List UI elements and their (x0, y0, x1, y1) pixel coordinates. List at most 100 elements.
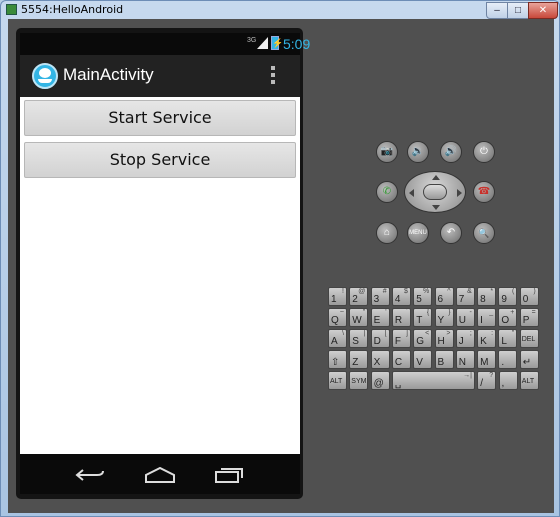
menu-button[interactable]: MENU (407, 222, 429, 244)
keyboard-key[interactable]: P = (519, 308, 539, 327)
back-button[interactable]: ↶ (440, 222, 462, 244)
keyboard-key[interactable]: 8 * (477, 287, 497, 306)
keyboard-key[interactable]: R ` (391, 308, 411, 327)
home-icon[interactable] (143, 467, 177, 483)
keyboard-key[interactable]: 2 @ (349, 287, 369, 306)
key-alt-label: % (422, 288, 430, 295)
key-label: ⇧ (331, 357, 340, 368)
key-label: L (501, 336, 507, 347)
keyboard-key[interactable]: 9( (498, 287, 518, 306)
dpad-right-icon[interactable] (457, 189, 462, 197)
key-label: ␣ (394, 378, 402, 389)
key-alt-label: | (363, 330, 366, 337)
minimize-button[interactable]: – (486, 2, 508, 19)
key-alt-label: { (426, 309, 430, 316)
keyboard-key[interactable]: ↵ (519, 350, 539, 369)
keyboard-key[interactable]: /? (477, 371, 497, 390)
keyboard-key[interactable]: ⇧ (328, 350, 347, 369)
keyboard-key[interactable]: L " (498, 329, 518, 348)
keyboard-key[interactable]: D[ (370, 329, 390, 348)
keyboard-key[interactable]: U- (455, 308, 475, 327)
key-label: 1 (331, 294, 337, 305)
keyboard-key[interactable]: C (391, 350, 411, 369)
dpad-up-icon[interactable] (432, 175, 440, 180)
keyboard-key[interactable]: O + (498, 308, 518, 327)
keyboard-key[interactable]: B (434, 350, 454, 369)
keyboard-key[interactable]: 1! (328, 287, 347, 306)
keyboard-key[interactable]: H > (434, 329, 454, 348)
key-alt-label: " (511, 330, 515, 337)
key-label: G (416, 336, 424, 347)
activity-title: MainActivity (63, 65, 154, 84)
key-alt-label: ' (385, 309, 387, 316)
key-alt-label: ] (405, 330, 408, 337)
call-button[interactable]: ✆ (376, 181, 398, 203)
keyboard-key[interactable]: I _ (477, 308, 497, 327)
maximize-button[interactable]: □ (507, 2, 529, 19)
power-button[interactable]: ⏻ (473, 141, 495, 163)
keyboard-key[interactable]: DEL (519, 329, 539, 348)
key-label: T (416, 315, 423, 326)
key-alt-label: ! (342, 288, 344, 295)
hardware-controls: 📷 🔉 🔊 ⏻ ✆ ☎ ⌂ MENU ↶ 🔍 (370, 138, 500, 248)
end-call-button[interactable]: ☎ (473, 181, 495, 203)
keyboard-key[interactable]: 0) (519, 287, 539, 306)
keyboard-key[interactable]: 6 ^ (434, 287, 454, 306)
keyboard-key[interactable]: A \ (328, 329, 347, 348)
key-alt-label: + (510, 309, 515, 316)
key-label: . (501, 357, 505, 368)
key-label: / (480, 378, 483, 389)
keyboard-key[interactable]: Z (349, 350, 369, 369)
keyboard-key[interactable]: SYM (349, 371, 369, 390)
keyboard-key[interactable]: F] (391, 329, 411, 348)
app-launcher-icon[interactable] (32, 63, 58, 89)
dpad-left-icon[interactable] (409, 189, 414, 197)
volume-up-button[interactable]: 🔊 (440, 141, 462, 163)
keyboard-key[interactable]: Q ~ (328, 308, 347, 327)
keyboard-key[interactable]: E ' (370, 308, 390, 327)
keyboard-key[interactable]: 4 $ (391, 287, 411, 306)
navigation-bar (20, 454, 300, 494)
keyboard-key[interactable]: Y} (434, 308, 454, 327)
back-icon[interactable] (75, 467, 105, 483)
keyboard-key[interactable]: K: (477, 329, 497, 348)
keyboard-key[interactable]: 3 # (370, 287, 390, 306)
key-alt-label: @ (358, 288, 366, 295)
stop-service-button[interactable]: Stop Service (24, 142, 296, 178)
key-label: ALT (521, 378, 535, 385)
keyboard-key[interactable]: . (498, 350, 518, 369)
window-titlebar[interactable]: 5554:HelloAndroid – □ ✕ (1, 1, 560, 19)
close-button[interactable]: ✕ (528, 2, 558, 19)
keyboard-key[interactable]: M (477, 350, 497, 369)
keyboard-key[interactable]: @ (370, 371, 390, 390)
camera-button[interactable]: 📷 (376, 141, 398, 163)
keyboard-key[interactable]: W " (349, 308, 369, 327)
key-label: 9 (501, 294, 507, 305)
keyboard-key[interactable]: G < (413, 329, 433, 348)
keyboard-key[interactable]: S | (349, 329, 369, 348)
keyboard-key[interactable]: ␣ →| (391, 371, 475, 390)
keyboard-key[interactable]: ALT (328, 371, 347, 390)
keyboard-key[interactable]: 7 & (455, 287, 475, 306)
volume-down-button[interactable]: 🔉 (407, 141, 429, 163)
keyboard-key[interactable]: X (370, 350, 390, 369)
key-label: S (352, 336, 359, 347)
keyboard-key[interactable]: J; (455, 329, 475, 348)
dpad-center-button[interactable] (423, 184, 447, 200)
keyboard-key[interactable]: 5% (413, 287, 433, 306)
dpad-down-icon[interactable] (432, 205, 440, 210)
home-button[interactable]: ⌂ (376, 222, 398, 244)
keyboard-key[interactable]: N (455, 350, 475, 369)
keyboard-key[interactable]: ALT (519, 371, 539, 390)
keyboard-key[interactable]: , (498, 371, 518, 390)
key-alt-label: : (491, 330, 494, 337)
search-button[interactable]: 🔍 (473, 222, 495, 244)
overflow-menu-icon[interactable] (271, 66, 275, 86)
status-bar: 3G ⚡ 5:09 (20, 33, 310, 55)
recent-apps-icon[interactable] (214, 467, 244, 483)
key-label: 3 (373, 294, 380, 305)
dpad[interactable] (404, 171, 466, 213)
keyboard-key[interactable]: V (413, 350, 433, 369)
start-service-button[interactable]: Start Service (24, 100, 296, 136)
keyboard-key[interactable]: T{ (413, 308, 433, 327)
